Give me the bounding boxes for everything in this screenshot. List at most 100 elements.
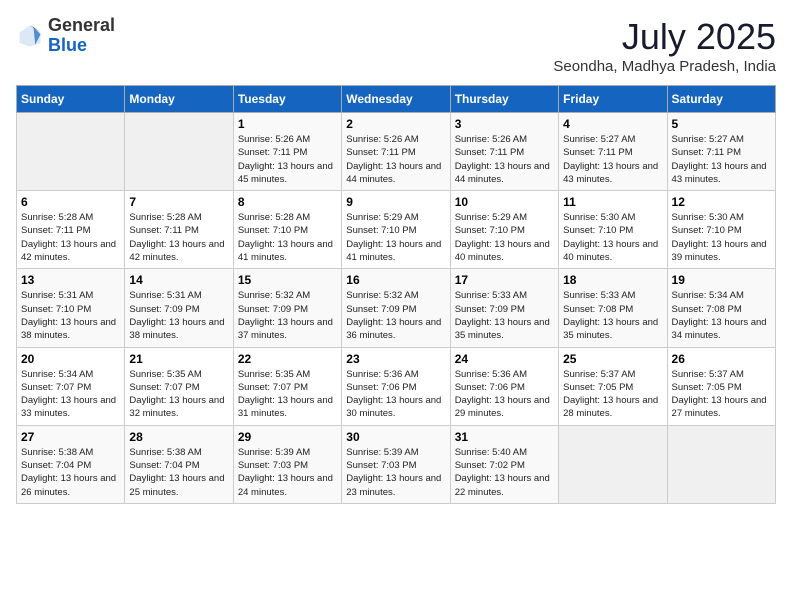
day-info: Sunrise: 5:31 AM Sunset: 7:10 PM Dayligh…: [21, 289, 120, 342]
day-number: 30: [346, 430, 445, 444]
day-number: 20: [21, 352, 120, 366]
calendar-cell: 28Sunrise: 5:38 AM Sunset: 7:04 PM Dayli…: [125, 425, 233, 503]
day-info: Sunrise: 5:36 AM Sunset: 7:06 PM Dayligh…: [455, 368, 554, 421]
day-number: 24: [455, 352, 554, 366]
day-info: Sunrise: 5:28 AM Sunset: 7:11 PM Dayligh…: [129, 211, 228, 264]
day-number: 9: [346, 195, 445, 209]
day-info: Sunrise: 5:30 AM Sunset: 7:10 PM Dayligh…: [672, 211, 771, 264]
day-info: Sunrise: 5:32 AM Sunset: 7:09 PM Dayligh…: [238, 289, 337, 342]
calendar-cell: 8 Sunrise: 5:28 AM Sunset: 7:10 PM Daylig…: [233, 191, 341, 269]
location-subtitle: Seondha, Madhya Pradesh, India: [553, 58, 776, 75]
calendar-cell: 24 Sunrise: 5:36 AM Sunset: 7:06 PM Dayli…: [450, 347, 558, 425]
day-info: Sunrise: 5:34 AM Sunset: 7:08 PM Dayligh…: [672, 289, 771, 342]
day-number: 26: [672, 352, 771, 366]
calendar-week-row: 6 Sunrise: 5:28 AM Sunset: 7:11 PM Daylig…: [17, 191, 776, 269]
day-info: Sunrise: 5:33 AM Sunset: 7:08 PM Dayligh…: [563, 289, 662, 342]
logo-text: General Blue: [48, 16, 115, 56]
calendar-cell: 2Sunrise: 5:26 AM Sunset: 7:11 PM Daylig…: [342, 113, 450, 191]
day-number: 3: [455, 117, 554, 131]
calendar-cell: 30 Sunrise: 5:39 AM Sunset: 7:03 PM Dayli…: [342, 425, 450, 503]
day-number: 17: [455, 273, 554, 287]
day-info: Sunrise: 5:37 AM Sunset: 7:05 PM Dayligh…: [563, 368, 662, 421]
calendar-cell: [667, 425, 775, 503]
calendar-cell: 18 Sunrise: 5:33 AM Sunset: 7:08 PM Dayli…: [559, 269, 667, 347]
day-info: Sunrise: 5:26 AM Sunset: 7:11 PM Dayligh…: [238, 133, 337, 186]
calendar-cell: [125, 113, 233, 191]
day-number: 12: [672, 195, 771, 209]
calendar-cell: 14 Sunrise: 5:31 AM Sunset: 7:09 PM Dayli…: [125, 269, 233, 347]
day-number: 4: [563, 117, 662, 131]
day-info: Sunrise: 5:33 AM Sunset: 7:09 PM Dayligh…: [455, 289, 554, 342]
logo-icon: [16, 22, 44, 50]
calendar-cell: 27 Sunrise: 5:38 AM Sunset: 7:04 PM Dayli…: [17, 425, 125, 503]
calendar-cell: 19Sunrise: 5:34 AM Sunset: 7:08 PM Dayli…: [667, 269, 775, 347]
day-number: 6: [21, 195, 120, 209]
day-number: 10: [455, 195, 554, 209]
calendar-cell: 15 Sunrise: 5:32 AM Sunset: 7:09 PM Dayli…: [233, 269, 341, 347]
calendar-cell: 20Sunrise: 5:34 AM Sunset: 7:07 PM Dayli…: [17, 347, 125, 425]
day-of-week-header: Wednesday: [342, 86, 450, 113]
day-number: 1: [238, 117, 337, 131]
day-number: 16: [346, 273, 445, 287]
calendar-cell: 4Sunrise: 5:27 AM Sunset: 7:11 PM Daylig…: [559, 113, 667, 191]
day-info: Sunrise: 5:39 AM Sunset: 7:03 PM Dayligh…: [346, 446, 445, 499]
day-number: 29: [238, 430, 337, 444]
calendar-cell: 29 Sunrise: 5:39 AM Sunset: 7:03 PM Dayli…: [233, 425, 341, 503]
calendar-cell: 16 Sunrise: 5:32 AM Sunset: 7:09 PM Dayli…: [342, 269, 450, 347]
calendar-cell: 5Sunrise: 5:27 AM Sunset: 7:11 PM Daylig…: [667, 113, 775, 191]
day-number: 27: [21, 430, 120, 444]
day-info: Sunrise: 5:39 AM Sunset: 7:03 PM Dayligh…: [238, 446, 337, 499]
day-info: Sunrise: 5:27 AM Sunset: 7:11 PM Dayligh…: [672, 133, 771, 186]
day-info: Sunrise: 5:36 AM Sunset: 7:06 PM Dayligh…: [346, 368, 445, 421]
day-of-week-header: Saturday: [667, 86, 775, 113]
calendar-table: SundayMondayTuesdayWednesdayThursdayFrid…: [16, 85, 776, 504]
day-info: Sunrise: 5:28 AM Sunset: 7:11 PM Dayligh…: [21, 211, 120, 264]
day-info: Sunrise: 5:31 AM Sunset: 7:09 PM Dayligh…: [129, 289, 228, 342]
day-number: 7: [129, 195, 228, 209]
day-number: 2: [346, 117, 445, 131]
calendar-cell: 22Sunrise: 5:35 AM Sunset: 7:07 PM Dayli…: [233, 347, 341, 425]
calendar-header-row: SundayMondayTuesdayWednesdayThursdayFrid…: [17, 86, 776, 113]
calendar-week-row: 20Sunrise: 5:34 AM Sunset: 7:07 PM Dayli…: [17, 347, 776, 425]
day-info: Sunrise: 5:29 AM Sunset: 7:10 PM Dayligh…: [346, 211, 445, 264]
day-info: Sunrise: 5:35 AM Sunset: 7:07 PM Dayligh…: [238, 368, 337, 421]
day-number: 13: [21, 273, 120, 287]
calendar-cell: 6 Sunrise: 5:28 AM Sunset: 7:11 PM Daylig…: [17, 191, 125, 269]
logo: General Blue: [16, 16, 115, 56]
day-info: Sunrise: 5:28 AM Sunset: 7:10 PM Dayligh…: [238, 211, 337, 264]
day-info: Sunrise: 5:37 AM Sunset: 7:05 PM Dayligh…: [672, 368, 771, 421]
calendar-cell: 21 Sunrise: 5:35 AM Sunset: 7:07 PM Dayli…: [125, 347, 233, 425]
calendar-cell: 25 Sunrise: 5:37 AM Sunset: 7:05 PM Dayli…: [559, 347, 667, 425]
day-info: Sunrise: 5:40 AM Sunset: 7:02 PM Dayligh…: [455, 446, 554, 499]
day-of-week-header: Tuesday: [233, 86, 341, 113]
day-number: 15: [238, 273, 337, 287]
day-of-week-header: Thursday: [450, 86, 558, 113]
day-number: 18: [563, 273, 662, 287]
calendar-cell: 13 Sunrise: 5:31 AM Sunset: 7:10 PM Dayli…: [17, 269, 125, 347]
day-info: Sunrise: 5:35 AM Sunset: 7:07 PM Dayligh…: [129, 368, 228, 421]
day-of-week-header: Monday: [125, 86, 233, 113]
day-number: 21: [129, 352, 228, 366]
day-info: Sunrise: 5:26 AM Sunset: 7:11 PM Dayligh…: [455, 133, 554, 186]
calendar-cell: 23 Sunrise: 5:36 AM Sunset: 7:06 PM Dayli…: [342, 347, 450, 425]
calendar-cell: 17 Sunrise: 5:33 AM Sunset: 7:09 PM Dayli…: [450, 269, 558, 347]
day-number: 23: [346, 352, 445, 366]
day-info: Sunrise: 5:30 AM Sunset: 7:10 PM Dayligh…: [563, 211, 662, 264]
day-number: 8: [238, 195, 337, 209]
calendar-cell: [17, 113, 125, 191]
title-block: July 2025 Seondha, Madhya Pradesh, India: [553, 16, 776, 75]
calendar-week-row: 13 Sunrise: 5:31 AM Sunset: 7:10 PM Dayli…: [17, 269, 776, 347]
day-number: 28: [129, 430, 228, 444]
calendar-cell: 11Sunrise: 5:30 AM Sunset: 7:10 PM Dayli…: [559, 191, 667, 269]
day-info: Sunrise: 5:38 AM Sunset: 7:04 PM Dayligh…: [21, 446, 120, 499]
day-number: 25: [563, 352, 662, 366]
day-info: Sunrise: 5:32 AM Sunset: 7:09 PM Dayligh…: [346, 289, 445, 342]
calendar-week-row: 1 Sunrise: 5:26 AM Sunset: 7:11 PM Daylig…: [17, 113, 776, 191]
calendar-cell: 7 Sunrise: 5:28 AM Sunset: 7:11 PM Daylig…: [125, 191, 233, 269]
day-info: Sunrise: 5:29 AM Sunset: 7:10 PM Dayligh…: [455, 211, 554, 264]
month-title: July 2025: [553, 16, 776, 58]
calendar-cell: [559, 425, 667, 503]
calendar-cell: 12 Sunrise: 5:30 AM Sunset: 7:10 PM Dayli…: [667, 191, 775, 269]
day-of-week-header: Friday: [559, 86, 667, 113]
day-number: 14: [129, 273, 228, 287]
